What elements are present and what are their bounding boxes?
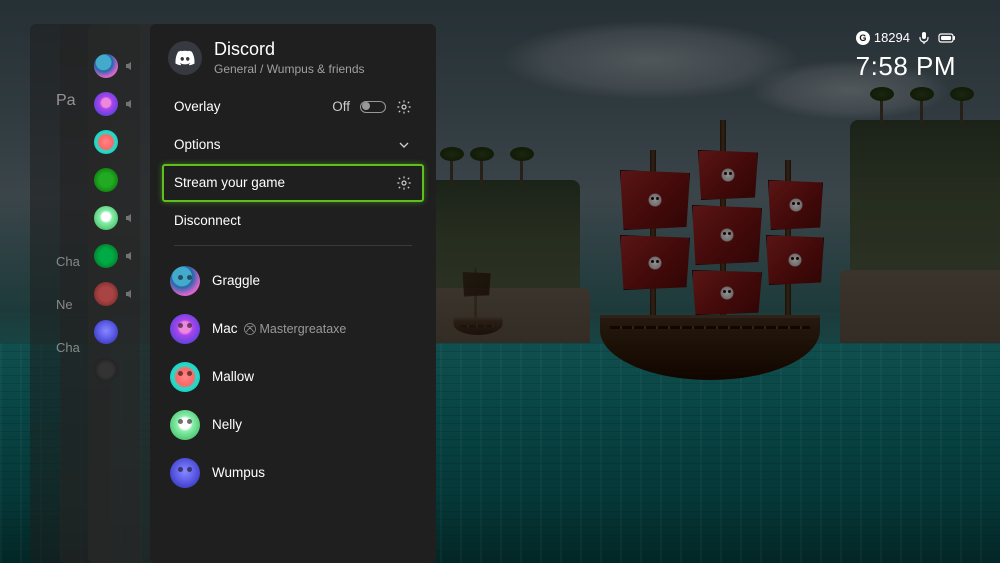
ghost-panel-title: Pa (56, 92, 76, 110)
ghost-item: Cha (56, 254, 80, 269)
participants-list: Graggle Mac Mastergreataxe Mallow Nelly (150, 256, 436, 498)
participant-row[interactable]: Mallow (162, 356, 424, 398)
avatar (94, 206, 118, 230)
avatar (94, 282, 118, 306)
avatar (94, 358, 118, 382)
background-participant-strip (94, 54, 136, 382)
overlay-label: Overlay (174, 99, 221, 114)
speaker-icon (124, 212, 136, 224)
disconnect-row[interactable]: Disconnect (162, 202, 424, 239)
options-row[interactable]: Options (162, 126, 424, 164)
overlay-state: Off (332, 99, 350, 114)
participant-row[interactable]: Graggle (162, 260, 424, 302)
avatar (170, 266, 200, 296)
participant-row[interactable]: Wumpus (162, 452, 424, 494)
stream-label: Stream your game (174, 175, 285, 190)
disconnect-label: Disconnect (174, 213, 241, 228)
participant-name: Nelly (212, 417, 242, 432)
gear-icon[interactable] (396, 175, 412, 191)
speaker-icon (124, 98, 136, 110)
participant-name: Wumpus (212, 465, 265, 480)
participant-row[interactable]: Nelly (162, 404, 424, 446)
panel-subtitle: General / Wumpus & friends (214, 62, 365, 76)
credits-pill: G 18294 (856, 30, 910, 45)
battery-icon (938, 32, 956, 44)
gear-icon[interactable] (396, 99, 412, 115)
speaker-icon (124, 288, 136, 300)
avatar (170, 314, 200, 344)
overlay-row[interactable]: Overlay Off (162, 88, 424, 126)
avatar (170, 458, 200, 488)
participant-name: Mac (212, 321, 238, 336)
avatar (94, 130, 118, 154)
chevron-down-icon (396, 137, 412, 153)
xbox-icon (244, 323, 256, 335)
credits-value: 18294 (874, 30, 910, 45)
stream-your-game-row[interactable]: Stream your game (162, 164, 424, 202)
discord-panel: Discord General / Wumpus & friends Overl… (150, 24, 436, 563)
options-label: Options (174, 137, 221, 152)
avatar (94, 168, 118, 192)
panel-header: Discord General / Wumpus & friends (150, 24, 436, 88)
avatar (94, 92, 118, 116)
avatar (170, 410, 200, 440)
participant-gamertag: Mastergreataxe (260, 322, 347, 336)
gamerscore-icon: G (856, 31, 870, 45)
participant-name: Mallow (212, 369, 254, 384)
ghost-item: Ne (56, 297, 80, 312)
avatar (94, 320, 118, 344)
overlay-toggle[interactable] (360, 101, 386, 113)
avatar (94, 54, 118, 78)
avatar (170, 362, 200, 392)
status-bar: G 18294 7:58 PM (856, 30, 956, 82)
participant-row[interactable]: Mac Mastergreataxe (162, 308, 424, 350)
participant-name: Graggle (212, 273, 260, 288)
ghost-item: Cha (56, 340, 80, 355)
clock: 7:58 PM (856, 51, 956, 82)
panel-title: Discord (214, 40, 365, 60)
microphone-icon (918, 31, 930, 45)
avatar (94, 244, 118, 268)
discord-icon (168, 41, 202, 75)
divider (174, 245, 412, 246)
speaker-icon (124, 60, 136, 72)
speaker-icon (124, 250, 136, 262)
